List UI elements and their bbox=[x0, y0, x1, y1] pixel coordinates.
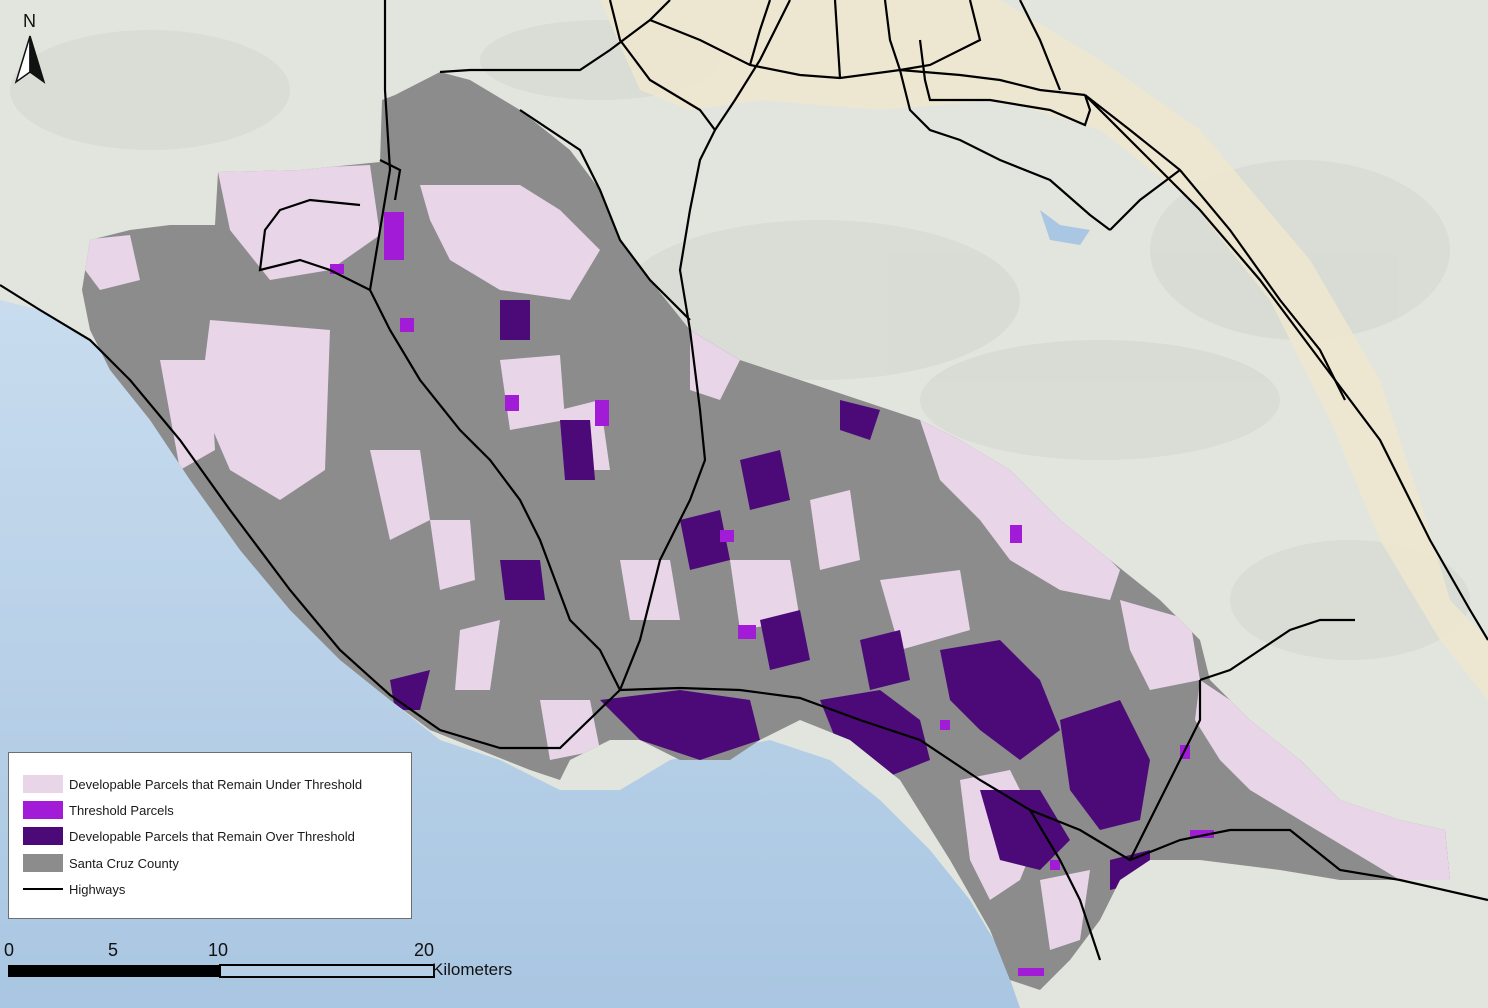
scale-bar-graphic bbox=[8, 964, 435, 978]
scale-tick-label: 5 bbox=[108, 940, 119, 960]
scale-tick-label: 0 bbox=[4, 940, 15, 960]
north-arrow-icon bbox=[14, 35, 46, 84]
scale-tick-label: 10 bbox=[208, 940, 229, 960]
legend-label: Highways bbox=[69, 881, 126, 897]
legend-item-threshold: Threshold Parcels bbox=[23, 799, 174, 821]
legend-item-under-threshold: Developable Parcels that Remain Under Th… bbox=[23, 773, 362, 795]
legend-item-highways: Highways bbox=[23, 878, 125, 900]
scale-tick-label: 20 bbox=[414, 940, 435, 960]
legend-swatch-line bbox=[23, 888, 63, 890]
legend-swatch bbox=[23, 854, 63, 872]
legend-label: Developable Parcels that Remain Over Thr… bbox=[69, 828, 355, 844]
map-legend: Developable Parcels that Remain Under Th… bbox=[8, 752, 412, 919]
scale-bar: 0 5 10 20 Kilometers bbox=[0, 940, 540, 1000]
legend-label: Developable Parcels that Remain Under Th… bbox=[69, 776, 363, 792]
legend-swatch bbox=[23, 827, 63, 845]
legend-swatch bbox=[23, 801, 63, 819]
legend-swatch bbox=[23, 775, 63, 793]
scale-unit: Kilometers bbox=[432, 960, 513, 979]
north-arrow: N bbox=[10, 8, 50, 88]
legend-item-county: Santa Cruz County bbox=[23, 852, 179, 874]
legend-item-over-threshold: Developable Parcels that Remain Over Thr… bbox=[23, 825, 355, 847]
legend-label: Threshold Parcels bbox=[69, 802, 174, 818]
legend-label: Santa Cruz County bbox=[69, 855, 179, 871]
